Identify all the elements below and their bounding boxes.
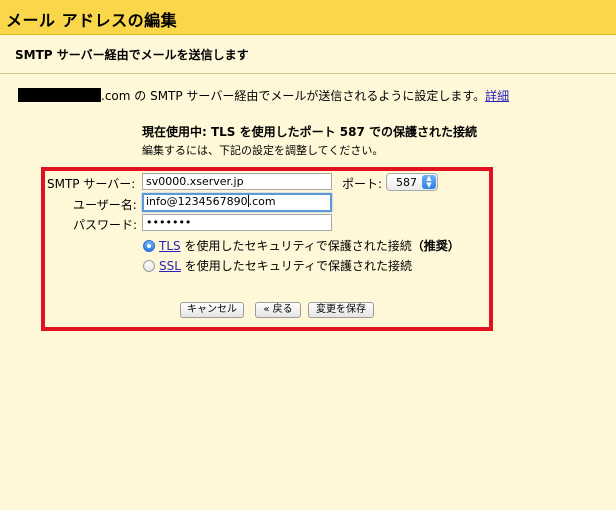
section-subtitle: SMTP サーバー経由でメールを送信します [15,48,249,62]
ssl-radio[interactable] [143,260,155,272]
tls-link[interactable]: TLS [159,239,181,253]
save-changes-button[interactable]: 変更を保存 [308,302,374,318]
redacted-domain [18,88,101,102]
ssl-option[interactable]: SSL を使用したセキュリティで保護された接続 [143,257,412,274]
smtp-server-label: SMTP サーバー: [47,177,136,191]
tls-recommended: （推奨） [411,239,460,253]
cancel-button[interactable]: キャンセル [180,302,244,318]
window-title: メール アドレスの編集 [6,11,178,30]
username-label: ユーザー名: [73,198,137,212]
username-value: info@1234567890 [146,195,248,208]
password-input[interactable]: ••••••• [142,214,332,231]
username-input[interactable]: info@1234567890.com [142,193,332,212]
port-select[interactable]: 587 ▲ ▼ [386,173,438,191]
current-status-title: 現在使用中: TLS を使用したポート 587 での保護された接続 [142,125,478,139]
description-text: の SMTP サーバー経由でメールが送信されるように設定します。 [130,89,486,103]
port-label: ポート: [342,177,383,191]
tls-text: を使用したセキュリティで保護された接続 [180,239,412,253]
port-value: 587 [396,176,417,189]
section-header: SMTP サーバー経由でメールを送信します [0,35,616,74]
tls-radio[interactable] [143,240,155,252]
back-button[interactable]: « 戻る [255,302,301,318]
current-status-subtitle: 編集するには、下記の設定を調整してください。 [142,144,384,157]
chevron-updown-icon: ▲ ▼ [422,175,436,189]
details-link[interactable]: 詳細 [485,89,509,103]
smtp-server-input[interactable]: sv0000.xserver.jp [142,173,332,190]
title-bar: メール アドレスの編集 [0,0,616,35]
tls-option[interactable]: TLS を使用したセキュリティで保護された接続（推奨） [143,237,460,254]
ssl-link[interactable]: SSL [159,259,181,273]
domain-suffix: .com [101,89,131,103]
ssl-text: を使用したセキュリティで保護された接続 [180,259,413,273]
password-label: パスワード: [73,218,138,232]
username-value-tail: .com [248,195,276,208]
description: .com の SMTP サーバー経由でメールが送信されるように設定します。詳細 [18,87,509,104]
